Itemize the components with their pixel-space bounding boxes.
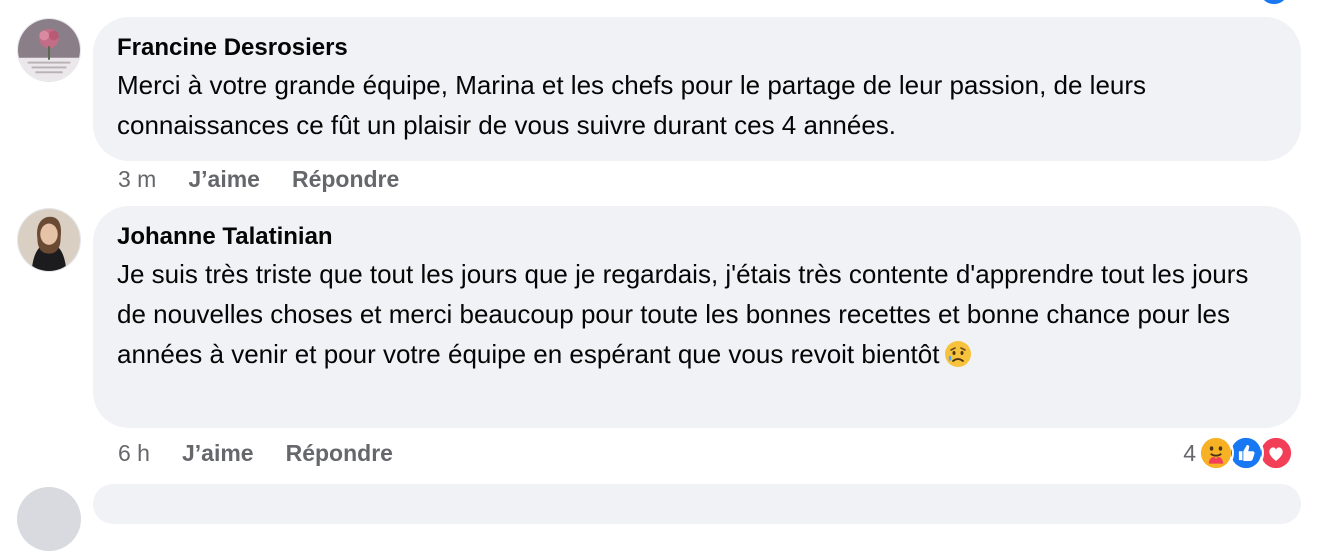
reply-button[interactable]: Répondre — [292, 166, 399, 193]
comment-text-block: Je suis très triste que tout les jours q… — [117, 254, 1277, 374]
avatar[interactable] — [17, 18, 81, 82]
avatar[interactable] — [17, 208, 81, 272]
reply-button[interactable]: Répondre — [286, 440, 393, 467]
comment-bubble — [93, 484, 1301, 524]
reactions-summary[interactable]: 4 — [1183, 433, 1294, 473]
like-button[interactable]: J’aime — [188, 166, 260, 193]
sad-relieved-face-emoji-icon — [945, 341, 972, 367]
comment-actions: 3 m J’aime Répondre — [118, 166, 431, 193]
care-reaction-icon — [1198, 435, 1234, 471]
like-button[interactable]: J’aime — [182, 440, 254, 467]
avatar[interactable] — [17, 487, 81, 551]
avatar-portrait-image — [18, 209, 80, 271]
comment-timestamp[interactable]: 3 m — [118, 166, 156, 193]
comment-bubble: Johanne Talatinian Je suis très triste q… — [93, 206, 1301, 428]
avatar-flower-image — [18, 19, 80, 81]
reaction-badge-partial — [1262, 0, 1286, 4]
comment-actions: 6 h J’aime Répondre — [118, 440, 425, 467]
comment-author[interactable]: Francine Desrosiers — [117, 33, 1277, 63]
comment-text: Je suis très triste que tout les jours q… — [117, 259, 1249, 369]
reaction-count: 4 — [1183, 439, 1196, 466]
comment-bubble: Francine Desrosiers Merci à votre grande… — [93, 17, 1301, 161]
comment-text: Merci à votre grande équipe, Marina et l… — [117, 70, 1147, 140]
comment-timestamp[interactable]: 6 h — [118, 440, 150, 467]
comment-author[interactable]: Johanne Talatinian — [117, 222, 1277, 252]
